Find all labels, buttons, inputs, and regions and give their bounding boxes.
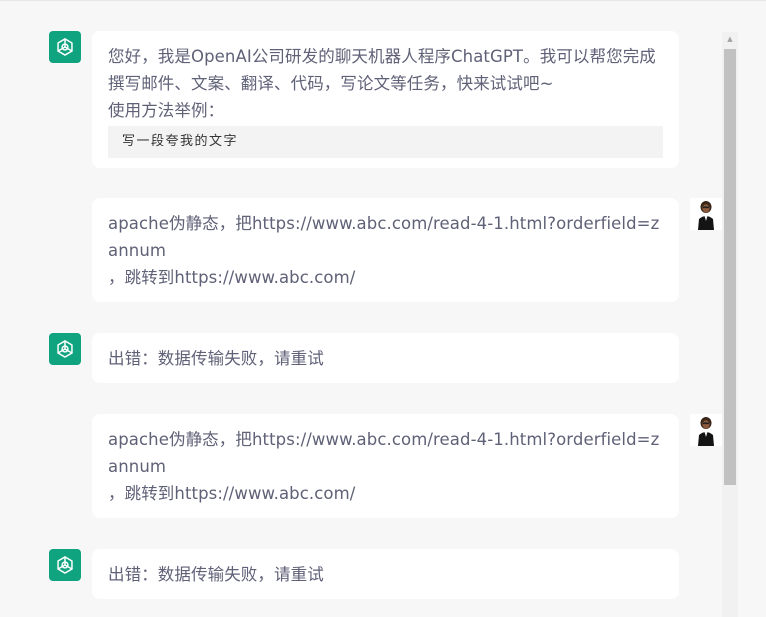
user-message: apache伪静态，把https://www.abc.com/read-4-1.… xyxy=(92,198,679,302)
chat-area: 您好，我是OpenAI公司研发的聊天机器人程序ChatGPT。我可以帮您完成撰写… xyxy=(0,0,722,617)
user-message: apache伪静态，把https://www.abc.com/read-4-1.… xyxy=(92,414,679,518)
bot-avatar-icon xyxy=(49,31,81,63)
user-message-line: ，跳转到https://www.abc.com/ xyxy=(108,484,356,503)
scroll-thumb[interactable] xyxy=(724,49,736,485)
welcome-intro-text: 您好，我是OpenAI公司研发的聊天机器人程序ChatGPT。我可以帮您完成撰写… xyxy=(108,47,656,93)
welcome-message: 您好，我是OpenAI公司研发的聊天机器人程序ChatGPT。我可以帮您完成撰写… xyxy=(92,31,679,168)
bot-message-text: 出错：数据传输失败，请重试 xyxy=(108,349,324,368)
scroll-up-arrow-icon[interactable]: ▲ xyxy=(722,32,738,46)
user-message-line: apache伪静态，把https://www.abc.com/read-4-1.… xyxy=(108,214,660,260)
user-avatar-icon xyxy=(690,414,722,446)
example-prompt[interactable]: 写一段夸我的文字 xyxy=(108,126,663,158)
bot-message-text: 出错：数据传输失败，请重试 xyxy=(108,565,324,584)
chat-scrollbar[interactable]: ▲ xyxy=(722,32,738,617)
bot-avatar-icon xyxy=(49,549,81,581)
bot-avatar-icon xyxy=(49,333,81,365)
bot-error-message: 出错：数据传输失败，请重试 xyxy=(92,549,679,599)
welcome-usage-label: 使用方法举例： xyxy=(108,101,225,120)
user-message-line: ，跳转到https://www.abc.com/ xyxy=(108,268,356,287)
user-avatar-icon xyxy=(690,198,722,230)
user-message-line: apache伪静态，把https://www.abc.com/read-4-1.… xyxy=(108,430,660,476)
bot-error-message: 出错：数据传输失败，请重试 xyxy=(92,333,679,383)
